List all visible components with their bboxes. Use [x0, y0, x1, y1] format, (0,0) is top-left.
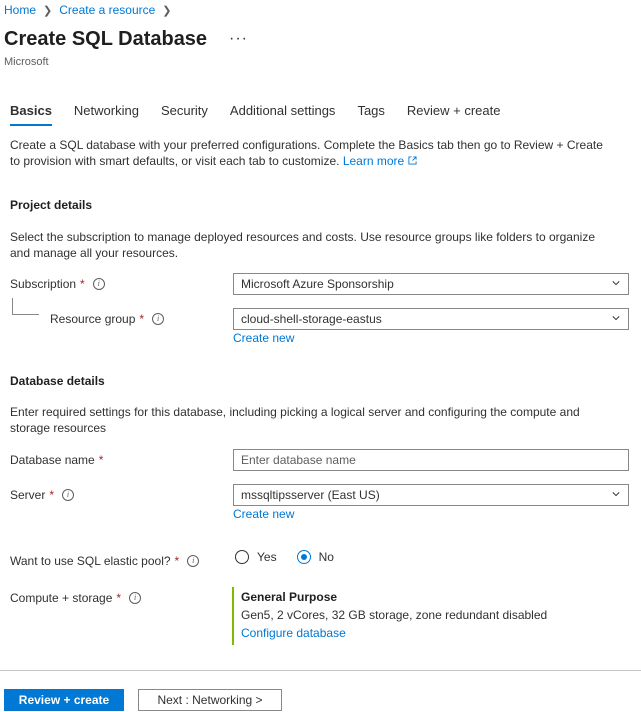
server-dropdown[interactable]: mssqltipsserver (East US): [233, 484, 629, 506]
chevron-down-icon: [612, 492, 620, 497]
chevron-down-icon: [612, 316, 620, 321]
review-create-button[interactable]: Review + create: [4, 689, 124, 711]
required-marker: *: [174, 554, 180, 568]
elastic-pool-no-option[interactable]: No: [296, 550, 334, 564]
intro-description: Create a SQL database with your preferre…: [10, 138, 603, 168]
chevron-right-icon: ❯: [162, 4, 172, 17]
breadcrumb-create-resource[interactable]: Create a resource: [59, 3, 155, 17]
intro-text: Create a SQL database with your preferre…: [10, 137, 610, 169]
create-new-server-link[interactable]: Create new: [233, 507, 294, 521]
breadcrumb: Home ❯ Create a resource ❯: [4, 3, 179, 17]
elastic-pool-yes-label: Yes: [257, 550, 277, 564]
learn-more-label: Learn more: [342, 154, 405, 168]
subscription-value: Microsoft Azure Sponsorship: [241, 277, 394, 291]
learn-more-link[interactable]: Learn more: [343, 154, 417, 168]
tab-security[interactable]: Security: [161, 103, 208, 126]
radio-yes[interactable]: [235, 550, 249, 564]
tab-networking[interactable]: Networking: [74, 103, 139, 126]
tab-review-create[interactable]: Review + create: [407, 103, 501, 126]
server-label: Server * i: [10, 488, 75, 502]
elastic-pool-yes-option[interactable]: Yes: [235, 550, 277, 564]
database-name-label-text: Database name: [10, 453, 95, 467]
tab-basics[interactable]: Basics: [10, 103, 52, 126]
resource-group-value: cloud-shell-storage-eastus: [241, 312, 382, 326]
info-icon[interactable]: i: [129, 592, 142, 604]
info-icon[interactable]: i: [92, 278, 105, 290]
database-name-label: Database name *: [10, 453, 103, 467]
elastic-pool-radio-group: Yes No: [235, 550, 334, 564]
chevron-down-icon: [612, 281, 620, 286]
more-options-icon[interactable]: ···: [229, 30, 248, 48]
database-name-input[interactable]: Enter database name: [233, 449, 629, 471]
tab-bar: Basics Networking Security Additional se…: [10, 103, 522, 126]
required-marker: *: [98, 453, 104, 467]
next-networking-button[interactable]: Next : Networking >: [138, 689, 282, 711]
elastic-pool-label: Want to use SQL elastic pool? * i: [10, 554, 200, 568]
elastic-pool-no-label: No: [318, 550, 334, 564]
server-value: mssqltipsserver (East US): [241, 488, 380, 502]
info-icon[interactable]: i: [152, 313, 165, 325]
compute-storage-label: Compute + storage * i: [10, 591, 142, 605]
breadcrumb-home[interactable]: Home: [4, 3, 36, 17]
info-icon[interactable]: i: [187, 555, 200, 567]
project-details-heading: Project details: [10, 198, 93, 212]
database-details-description: Enter required settings for this databas…: [10, 405, 580, 435]
database-details-heading: Database details: [10, 374, 105, 388]
compute-tier: General Purpose: [241, 590, 338, 604]
resource-group-dropdown[interactable]: cloud-shell-storage-eastus: [233, 308, 629, 330]
server-label-text: Server: [10, 488, 46, 502]
tier-indicator-bar: [232, 587, 234, 645]
required-marker: *: [49, 488, 55, 502]
subscription-label: Subscription * i: [10, 277, 105, 291]
required-marker: *: [139, 312, 145, 326]
configure-database-link[interactable]: Configure database: [241, 626, 346, 640]
external-link-icon: [407, 156, 417, 165]
info-icon[interactable]: i: [62, 489, 75, 501]
compute-detail: Gen5, 2 vCores, 32 GB storage, zone redu…: [241, 608, 548, 622]
radio-no[interactable]: [296, 550, 311, 564]
chevron-right-icon: ❯: [43, 4, 53, 17]
compute-storage-label-text: Compute + storage: [10, 591, 113, 605]
tab-additional-settings[interactable]: Additional settings: [230, 103, 336, 126]
page-title: Create SQL Database: [4, 28, 208, 50]
project-details-description: Select the subscription to manage deploy…: [10, 230, 595, 260]
tab-tags[interactable]: Tags: [357, 103, 384, 126]
required-marker: *: [80, 277, 85, 291]
required-marker: *: [116, 591, 122, 605]
subscription-dropdown[interactable]: Microsoft Azure Sponsorship: [233, 273, 629, 295]
subscription-label-text: Subscription: [10, 277, 77, 291]
create-new-resource-group-link[interactable]: Create new: [233, 331, 294, 345]
elastic-pool-label-text: Want to use SQL elastic pool?: [10, 554, 171, 568]
resource-group-label: Resource group * i: [50, 312, 165, 326]
tree-connector: [12, 298, 39, 315]
footer-divider: [0, 670, 641, 671]
resource-group-label-text: Resource group: [50, 312, 136, 326]
page-subtitle: Microsoft: [4, 56, 49, 68]
